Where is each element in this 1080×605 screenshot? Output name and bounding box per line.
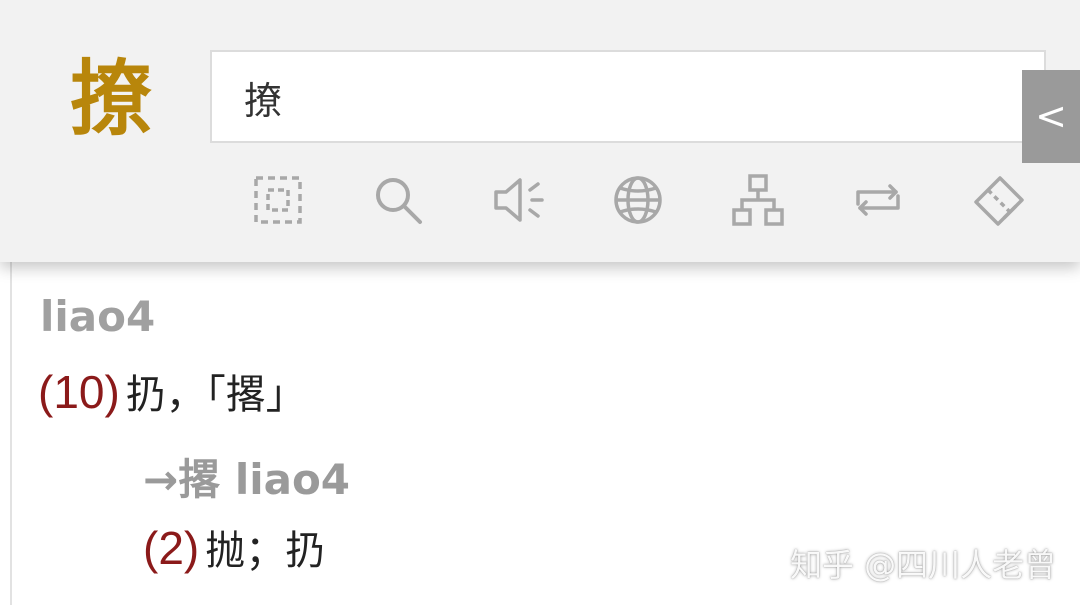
collapse-panel-button[interactable]: < bbox=[1022, 70, 1080, 163]
hierarchy-icon[interactable] bbox=[726, 168, 790, 232]
definition-row: (10) 扔，「撂」 bbox=[38, 362, 306, 424]
definition-number: (10) bbox=[38, 366, 120, 418]
repeat-icon[interactable] bbox=[846, 168, 910, 232]
watermark: 知乎 @四川人老曾 bbox=[790, 546, 1057, 584]
definition-number: (2) bbox=[143, 522, 200, 574]
speaker-icon[interactable] bbox=[486, 168, 550, 232]
search-icon[interactable] bbox=[366, 168, 430, 232]
cross-reference-definition-row: (2) 抛；扔 bbox=[143, 518, 325, 580]
globe-icon[interactable] bbox=[606, 168, 670, 232]
eraser-icon[interactable] bbox=[966, 168, 1030, 232]
definition-text: 抛；扔 bbox=[205, 528, 326, 574]
select-region-icon[interactable] bbox=[246, 168, 310, 232]
cross-reference-link[interactable]: →撂 liao4 bbox=[143, 446, 350, 507]
entry-pinyin: liao4 bbox=[40, 292, 156, 341]
headword-character: 撩 bbox=[70, 52, 153, 147]
lookup-header: 撩 < bbox=[0, 0, 1080, 262]
search-box[interactable] bbox=[210, 50, 1046, 143]
search-input[interactable] bbox=[242, 52, 1006, 143]
definition-text: 扔，「撂」 bbox=[125, 372, 306, 418]
toolbar bbox=[0, 168, 1080, 238]
content-border bbox=[10, 262, 12, 605]
